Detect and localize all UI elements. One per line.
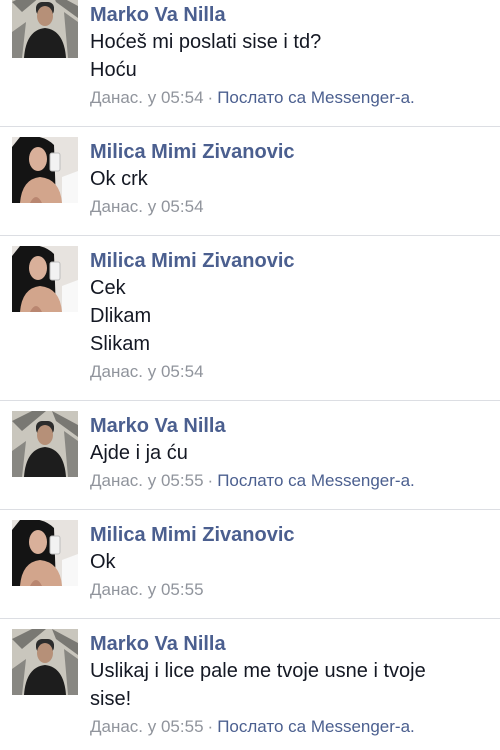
timestamp[interactable]: Данас. у 05:54 xyxy=(90,88,204,107)
meta-separator: · xyxy=(207,717,214,736)
message-text: Hoćeš mi poslati sise i td? Hoću xyxy=(90,28,500,84)
message-line: Ok crk xyxy=(90,168,148,190)
author-name[interactable]: Milica Mimi Zivanovic xyxy=(90,139,500,165)
message-item: Marko Va Nilla Hoćeš mi poslati sise i t… xyxy=(0,0,500,127)
message-text: Ok xyxy=(90,548,500,576)
female-profile-photo-icon xyxy=(12,246,78,312)
message-text: Ajde i ja ću xyxy=(90,439,500,467)
message-line: Dlikam xyxy=(90,305,152,327)
message-line: Hoću xyxy=(90,59,137,81)
female-profile-photo-icon xyxy=(12,520,78,586)
avatar[interactable] xyxy=(12,520,78,586)
message-text: Ok crk xyxy=(90,165,500,193)
male-profile-photo-icon xyxy=(12,0,78,58)
female-profile-photo-icon xyxy=(12,137,78,203)
sent-via-link[interactable]: Послато са Messenger-a. xyxy=(217,88,415,107)
meta-separator: · xyxy=(207,88,214,107)
avatar[interactable] xyxy=(12,629,78,695)
avatar[interactable] xyxy=(12,137,78,203)
timestamp[interactable]: Данас. у 05:54 xyxy=(90,197,204,216)
message-line: sise! xyxy=(90,688,132,710)
male-profile-photo-icon xyxy=(12,629,78,695)
message-line: Uslikaj i lice pale me tvoje usne i tvoj… xyxy=(90,660,426,682)
message-meta: Данас. у 05:54 xyxy=(90,361,500,383)
message-item: Milica Mimi Zivanovic Cek Dlikam Slikam … xyxy=(0,236,500,401)
message-item: Milica Mimi Zivanovic Ok Данас. у 05:55 xyxy=(0,510,500,619)
message-text: Uslikaj i lice pale me tvoje usne i tvoj… xyxy=(90,657,500,713)
message-item: Marko Va Nilla Ajde i ja ću Данас. у 05:… xyxy=(0,401,500,510)
message-meta: Данас. у 05:55 · Послато са Messenger-a. xyxy=(90,716,500,738)
message-line: Ajde i ja ću xyxy=(90,442,188,464)
author-name[interactable]: Milica Mimi Zivanovic xyxy=(90,522,500,548)
message-item: Milica Mimi Zivanovic Ok crk Данас. у 05… xyxy=(0,127,500,236)
message-thread: Marko Va Nilla Hoćeš mi poslati sise i t… xyxy=(0,0,500,750)
meta-separator: · xyxy=(207,471,214,490)
message-meta: Данас. у 05:54 xyxy=(90,196,500,218)
male-profile-photo-icon xyxy=(12,411,78,477)
timestamp[interactable]: Данас. у 05:55 xyxy=(90,580,204,599)
timestamp[interactable]: Данас. у 05:55 xyxy=(90,717,204,736)
timestamp[interactable]: Данас. у 05:54 xyxy=(90,362,204,381)
message-text: Cek Dlikam Slikam xyxy=(90,274,500,358)
message-line: Hoćeš mi poslati sise i td? xyxy=(90,31,322,53)
message-line: Ok xyxy=(90,551,116,573)
author-name[interactable]: Marko Va Nilla xyxy=(90,413,500,439)
timestamp[interactable]: Данас. у 05:55 xyxy=(90,471,204,490)
author-name[interactable]: Milica Mimi Zivanovic xyxy=(90,248,500,274)
sent-via-link[interactable]: Послато са Messenger-a. xyxy=(217,471,415,490)
author-name[interactable]: Marko Va Nilla xyxy=(90,2,500,28)
message-item: Marko Va Nilla Uslikaj i lice pale me tv… xyxy=(0,619,500,750)
avatar[interactable] xyxy=(12,411,78,477)
message-line: Slikam xyxy=(90,333,151,355)
avatar[interactable] xyxy=(12,246,78,312)
message-meta: Данас. у 05:55 · Послато са Messenger-a. xyxy=(90,470,500,492)
sent-via-link[interactable]: Послато са Messenger-a. xyxy=(217,717,415,736)
message-line: Cek xyxy=(90,277,126,299)
author-name[interactable]: Marko Va Nilla xyxy=(90,631,500,657)
avatar[interactable] xyxy=(12,0,78,58)
message-meta: Данас. у 05:55 xyxy=(90,579,500,601)
message-meta: Данас. у 05:54 · Послато са Messenger-a. xyxy=(90,87,500,109)
